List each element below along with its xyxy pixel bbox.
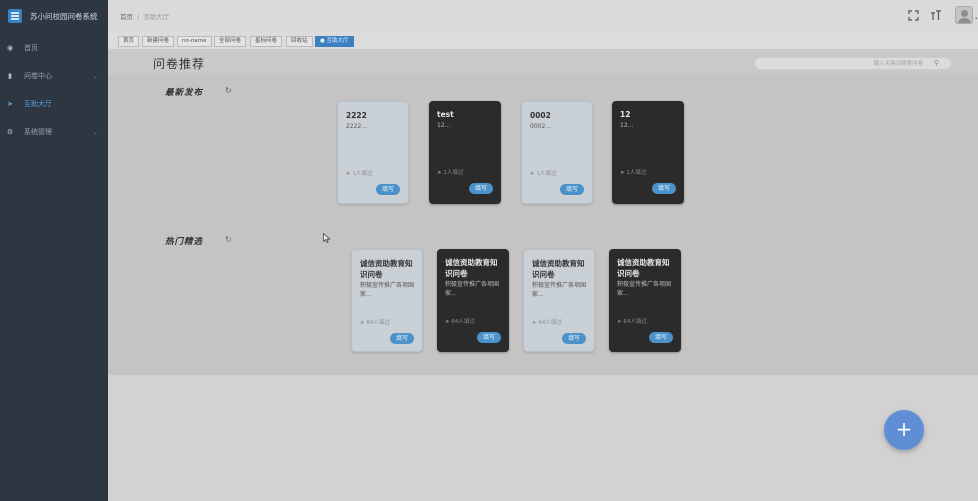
survey-card[interactable]: 诚信资助教育知识问卷 积极宣传推广各项国家... ➤ 64人填过 填写: [437, 249, 509, 352]
tag-help-hall[interactable]: ● 互助大厅: [315, 36, 354, 47]
search-icon[interactable]: ⚲: [934, 58, 939, 69]
sidebar: 苏小问校园问卷系统 ◉ 首页 ▮ 问卷中心 ⌄ ➤ 互助大厅 ⚙ 系统管理 ⌄: [0, 0, 108, 501]
header-actions: .: [905, 6, 978, 24]
fill-button[interactable]: 填写: [390, 333, 414, 344]
refresh-icon[interactable]: ↻: [225, 86, 232, 95]
survey-card[interactable]: 0002 0002... ➤ 1人填过 填写: [521, 101, 593, 204]
fill-button[interactable]: 填写: [376, 184, 400, 195]
dashboard-icon: ◉: [6, 44, 14, 52]
card-description: 2222...: [346, 123, 367, 130]
section-title-latest: 最新发布: [165, 88, 204, 98]
card-description: 12...: [620, 122, 634, 129]
section-title-popular: 热门精选: [165, 237, 204, 247]
card-fill-count: ➤ 1人填过: [437, 170, 464, 176]
mouse-cursor-icon: [323, 233, 331, 243]
tag-new-survey[interactable]: 新建问卷: [142, 36, 175, 47]
card-fill-count: ➤ 1人填过: [620, 170, 647, 176]
card-fill-count: ➤ 64人填过: [617, 319, 647, 325]
sidebar-item-label: 系统管理: [24, 128, 52, 136]
card-fill-count: ➤ 64人填过: [360, 320, 390, 326]
sidebar-item-label: 问卷中心: [24, 72, 52, 80]
card-description: 积极宣传推广各项国家...: [532, 282, 587, 298]
card-title: 12: [620, 110, 631, 119]
tag-starred-surveys[interactable]: 星标问卷: [250, 36, 283, 47]
tag-recycle-bin[interactable]: 回收站: [286, 36, 313, 47]
tag-home[interactable]: 首页: [118, 36, 140, 47]
survey-card[interactable]: 2222 2222... ➤ 1人填过 填写: [337, 101, 409, 204]
card-description: 积极宣传推广各项国家...: [360, 282, 415, 298]
sidebar-item-label: 首页: [24, 44, 38, 52]
survey-card[interactable]: 诚信资助教育知识问卷 积极宣传推广各项国家... ➤ 64人填过 填写: [351, 249, 423, 352]
chevron-down-icon: ⌄: [92, 72, 98, 80]
card-title: 2222: [346, 111, 367, 120]
card-title: 诚信资助教育知识问卷: [532, 259, 585, 279]
avatar[interactable]: [954, 6, 973, 24]
search-input[interactable]: [763, 58, 923, 69]
card-title: 诚信资助教育知识问卷: [445, 258, 498, 278]
font-size-icon[interactable]: [927, 6, 945, 24]
card-fill-count: ➤ 1人填过: [346, 171, 373, 177]
lower-background: [108, 375, 978, 501]
tag-all-surveys[interactable]: 全部问卷: [214, 36, 247, 47]
add-fab-button[interactable]: +: [884, 410, 924, 450]
page-title: 问卷推荐: [153, 57, 206, 71]
card-fill-count: ➤ 64人填过: [445, 319, 475, 325]
survey-card[interactable]: test 12... ➤ 1人填过 填写: [429, 101, 501, 204]
card-description: 积极宣传推广各项国家...: [617, 281, 672, 297]
fill-button[interactable]: 填写: [652, 183, 676, 194]
app-title: 苏小问校园问卷系统: [30, 11, 98, 21]
page-title-bar: 问卷推荐 ⚲: [108, 51, 978, 75]
card-description: 12...: [437, 122, 451, 129]
card-title: 诚信资助教育知识问卷: [617, 258, 670, 278]
breadcrumb-home[interactable]: 首页: [120, 13, 133, 21]
breadcrumb-separator: /: [137, 13, 140, 21]
card-title: test: [437, 110, 454, 119]
sidebar-item-system-management[interactable]: ⚙ 系统管理 ⌄: [0, 118, 108, 146]
fill-button[interactable]: 填写: [477, 332, 501, 343]
breadcrumb: 首页 / 互助大厅: [120, 11, 169, 21]
breadcrumb-current: 互助大厅: [143, 13, 170, 21]
search-box: ⚲: [754, 57, 952, 70]
card-fill-count: ➤ 64人填过: [532, 320, 562, 326]
send-icon: ➤: [7, 100, 13, 108]
tag-no-name[interactable]: no-name: [177, 36, 212, 47]
sidebar-item-home[interactable]: ◉ 首页: [0, 34, 108, 62]
survey-card[interactable]: 12 12... ➤ 1人填过 填写: [612, 101, 684, 204]
survey-card[interactable]: 诚信资助教育知识问卷 积极宣传推广各项国家... ➤ 64人填过 填写: [523, 249, 595, 352]
brand[interactable]: 苏小问校园问卷系统: [0, 0, 108, 32]
app-logo-icon: [8, 9, 22, 23]
card-title: 0002: [530, 111, 551, 120]
gear-icon: ⚙: [6, 128, 14, 136]
card-fill-count: ➤ 1人填过: [530, 171, 557, 177]
fill-button[interactable]: 填写: [562, 333, 586, 344]
main-content: 最新发布 ↻ 2222 2222... ➤ 1人填过 填写 test 12...…: [108, 75, 978, 375]
sidebar-item-survey-center[interactable]: ▮ 问卷中心 ⌄: [0, 62, 108, 90]
document-icon: ▮: [8, 72, 12, 80]
survey-card[interactable]: 诚信资助教育知识问卷 积极宣传推广各项国家... ➤ 64人填过 填写: [609, 249, 681, 352]
more-indicator[interactable]: .: [975, 9, 978, 22]
fill-button[interactable]: 填写: [649, 332, 673, 343]
card-description: 0002...: [530, 123, 551, 130]
fullscreen-icon[interactable]: [905, 6, 923, 24]
chevron-down-icon: ⌄: [92, 128, 98, 136]
tags-view-bar: 首页 新建问卷 no-name 全部问卷 星标问卷 回收站 ● 互助大厅: [108, 32, 978, 50]
fill-button[interactable]: 填写: [560, 184, 584, 195]
refresh-icon[interactable]: ↻: [225, 235, 232, 244]
top-header: 首页 / 互助大厅 .: [108, 0, 978, 32]
card-description: 积极宣传推广各项国家...: [445, 281, 500, 297]
sidebar-item-help-hall[interactable]: ➤ 互助大厅: [0, 90, 108, 118]
fill-button[interactable]: 填写: [469, 183, 493, 194]
sidebar-item-label: 互助大厅: [24, 100, 52, 108]
card-title: 诚信资助教育知识问卷: [360, 259, 413, 279]
